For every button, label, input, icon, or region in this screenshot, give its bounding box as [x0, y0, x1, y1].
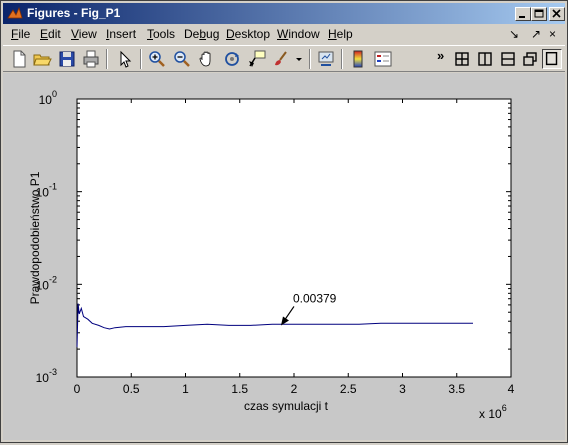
toolbar-separator — [106, 49, 108, 69]
menu-insert[interactable]: Insert — [106, 27, 136, 41]
split-horizontal-icon[interactable] — [498, 49, 518, 69]
zoom-in-icon[interactable] — [147, 49, 167, 69]
minimize-icon — [519, 16, 525, 18]
tile-icon[interactable] — [452, 49, 472, 69]
x-tick-label: 0.5 — [123, 382, 140, 396]
x-tick-label: 3 — [399, 382, 406, 396]
zoom-out-icon[interactable] — [172, 49, 192, 69]
x-tick-label: 0 — [74, 382, 81, 396]
x-axis-label: czas symulacji t — [244, 399, 329, 413]
maximize-window-icon — [534, 9, 544, 18]
open-file-icon[interactable] — [32, 49, 52, 69]
link-plot-icon[interactable] — [316, 49, 336, 69]
x-tick-label: 1.5 — [231, 382, 248, 396]
toolbar-separator — [309, 49, 311, 69]
x-tick-label: 4 — [508, 382, 515, 396]
annotation-label: 0.00379 — [293, 291, 337, 305]
axes-box[interactable] — [76, 98, 512, 378]
colorbar-icon[interactable] — [348, 49, 368, 69]
x-scale-factor: x 106 — [479, 403, 507, 421]
plot-svg: 0 0.5 1 1.5 2 2.5 3 3.5 410010-110-210-3 0.00379… — [28, 89, 515, 421]
menu-help[interactable]: Help — [328, 27, 353, 41]
menu-desktop[interactable]: Desktop — [226, 27, 270, 41]
x-tick-label: 2.5 — [340, 382, 357, 396]
title-bar[interactable]: Figures - Fig_P1 — [3, 3, 565, 24]
x-tick-label: 2 — [291, 382, 298, 396]
undock-icon[interactable]: ↗ — [531, 27, 541, 41]
brush-dropdown-icon[interactable] — [293, 49, 305, 69]
figure-toolbar: » — [3, 45, 565, 72]
maximize-window-button[interactable] — [531, 7, 547, 21]
toolbar-separator — [140, 49, 142, 69]
split-vertical-icon[interactable] — [475, 49, 495, 69]
edit-plot-arrow-icon[interactable] — [115, 49, 135, 69]
save-icon[interactable] — [57, 49, 77, 69]
y-tick-label: 10-3 — [36, 367, 57, 385]
toolbar-separator — [341, 49, 343, 69]
data-cursor-icon[interactable] — [247, 49, 267, 69]
pan-hand-icon[interactable] — [197, 49, 217, 69]
menu-view[interactable]: View — [71, 27, 97, 41]
brush-icon[interactable] — [271, 49, 291, 69]
menu-debug[interactable]: Debug — [184, 27, 219, 41]
menu-window[interactable]: Window — [277, 27, 320, 41]
x-tick-label: 3.5 — [448, 382, 465, 396]
menu-tools[interactable]: Tools — [147, 27, 175, 41]
float-icon[interactable] — [520, 49, 540, 69]
maximize-icon[interactable] — [542, 49, 562, 69]
window-title: Figures - Fig_P1 — [27, 6, 121, 20]
figure-window: Figures - Fig_P1 File Edit View Insert T… — [0, 0, 568, 443]
menu-file[interactable]: File — [11, 27, 30, 41]
close-figure-icon[interactable]: × — [549, 27, 556, 41]
x-tick-label: 1 — [182, 382, 189, 396]
menu-edit[interactable]: Edit — [40, 27, 61, 41]
minimize-button[interactable] — [515, 7, 531, 21]
figure-canvas: 0 0.5 1 1.5 2 2.5 3 3.5 4 100 10-1 10-2 10-3 0.00379… — [3, 73, 565, 440]
matlab-app-icon — [7, 6, 23, 19]
menu-bar: File Edit View Insert Tools Debug Deskto… — [3, 25, 565, 44]
y-axis-label: Prawdopodobieństwo P1 — [28, 171, 42, 304]
close-button[interactable] — [549, 7, 565, 21]
dock-icon[interactable]: ↘ — [509, 27, 519, 41]
print-icon[interactable] — [81, 49, 101, 69]
legend-icon[interactable] — [373, 49, 393, 69]
overflow-chevron-icon[interactable]: » — [437, 48, 444, 63]
y-tick-label: 100 — [39, 89, 57, 107]
new-figure-icon[interactable] — [9, 49, 29, 69]
rotate-3d-icon[interactable] — [222, 49, 242, 69]
close-icon — [552, 9, 561, 18]
